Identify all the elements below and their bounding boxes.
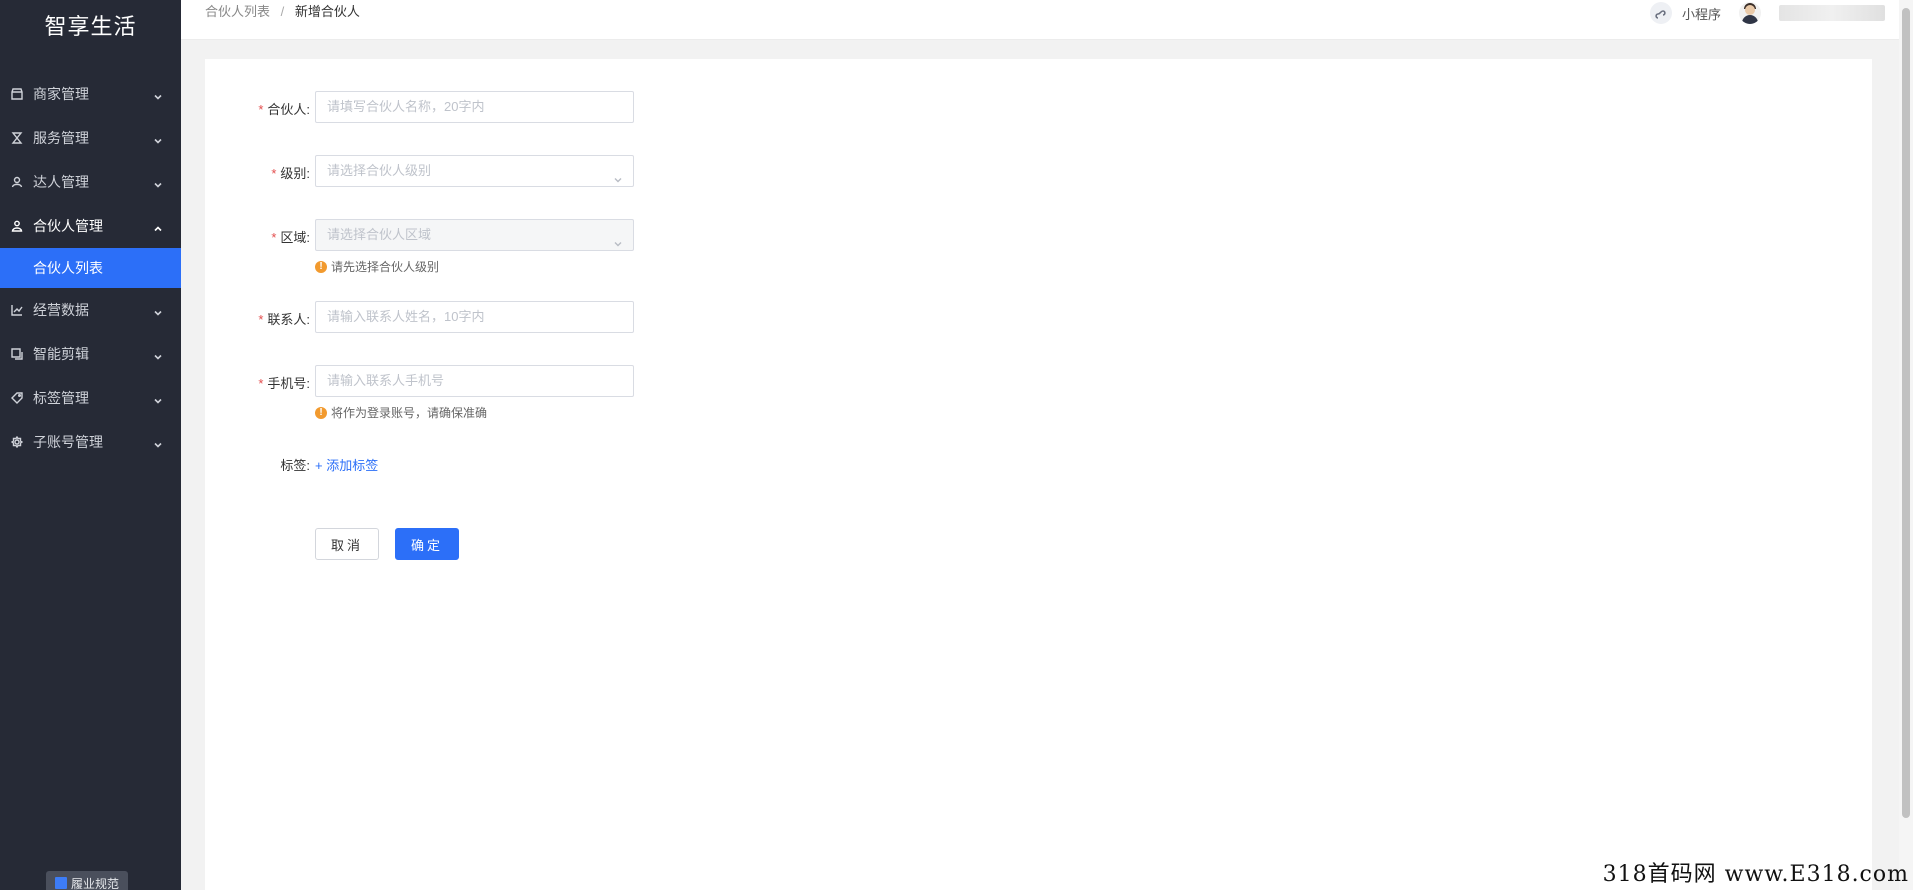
- vertical-scrollbar[interactable]: [1899, 0, 1913, 890]
- sidebar-item-label: 达人管理: [33, 174, 89, 190]
- sidebar-item-business-data[interactable]: 经营数据: [0, 288, 181, 332]
- sidebar-menu: 商家管理 服务管理 达人管理 合伙人管理 合伙人列表 经营数据 智能剪辑 标签管…: [0, 72, 181, 464]
- sidebar-item-label: 合伙人管理: [33, 218, 103, 234]
- mini-program-link[interactable]: 小程序: [1682, 4, 1721, 23]
- sidebar-item-talent[interactable]: 达人管理: [0, 160, 181, 204]
- top-header: 合伙人列表 / 新增合伙人 小程序: [181, 0, 1913, 40]
- sidebar-item-label: 子账号管理: [33, 434, 103, 450]
- sidebar: 智享生活 商家管理 服务管理 达人管理 合伙人管理 合伙人列表 经营数据 智能剪…: [0, 0, 181, 890]
- cancel-button[interactable]: 取消: [315, 528, 379, 560]
- document-icon: [54, 877, 67, 889]
- contact-name-placeholder: 请输入联系人姓名，10字内: [327, 309, 485, 324]
- chart-icon: [10, 303, 24, 317]
- sidebar-item-merchant[interactable]: 商家管理: [0, 72, 181, 116]
- contact-name-input[interactable]: 请输入联系人姓名，10字内: [315, 301, 634, 333]
- region-hint: ! 请先选择合伙人级别: [315, 258, 439, 275]
- sidebar-item-sub-accounts[interactable]: 子账号管理: [0, 420, 181, 464]
- breadcrumb-separator: /: [280, 4, 285, 19]
- chevron-down-icon: [153, 437, 163, 448]
- sidebar-item-label: 智能剪辑: [33, 346, 89, 362]
- chevron-down-icon: [153, 393, 163, 404]
- sidebar-item-label: 商家管理: [33, 86, 89, 102]
- tag-icon: [10, 391, 24, 405]
- sidebar-item-partner[interactable]: 合伙人管理: [0, 204, 181, 248]
- header-actions: 小程序: [1649, 0, 1885, 26]
- sidebar-item-label: 标签管理: [33, 390, 89, 406]
- sidebar-item-label: 服务管理: [33, 130, 89, 146]
- chevron-down-icon: [153, 305, 163, 316]
- chevron-down-icon: [153, 133, 163, 144]
- phone-input[interactable]: 请输入联系人手机号: [315, 365, 634, 397]
- level-select[interactable]: 请选择合伙人级别: [315, 155, 634, 187]
- chevron-down-icon: [153, 177, 163, 188]
- breadcrumb: 合伙人列表 / 新增合伙人: [205, 0, 360, 24]
- add-tag-link[interactable]: + 添加标签: [315, 455, 378, 474]
- brand-logo: 智享生活: [44, 15, 137, 40]
- breadcrumb-item-partner-list[interactable]: 合伙人列表: [205, 4, 270, 19]
- sidebar-item-smart-edit[interactable]: 智能剪辑: [0, 332, 181, 376]
- contact-label: * 联系人:: [258, 312, 310, 327]
- store-icon: [10, 87, 24, 101]
- phone-hint-text: 将作为登录账号，请确保准确: [331, 406, 488, 420]
- chevron-down-icon: [613, 166, 623, 183]
- confirm-button[interactable]: 确定: [395, 528, 459, 560]
- form-card: * 合伙人: 请填写合伙人名称，20字内 * 级别: 请选择合伙人级别 * 区域: 请…: [205, 59, 1872, 890]
- phone-placeholder: 请输入联系人手机号: [327, 373, 445, 388]
- level-label: * 级别:: [271, 166, 310, 181]
- avatar[interactable]: [1739, 2, 1761, 24]
- region-label: * 区域:: [271, 230, 310, 245]
- sidebar-item-tags[interactable]: 标签管理: [0, 376, 181, 420]
- settings-icon: [10, 435, 24, 449]
- scrollbar-thumb[interactable]: [1902, 8, 1910, 818]
- username-redacted[interactable]: [1779, 5, 1885, 21]
- phone-hint: ! 将作为登录账号，请确保准确: [315, 404, 487, 421]
- tags-label: 标签:: [280, 458, 310, 473]
- region-placeholder: 请选择合伙人区域: [327, 227, 432, 242]
- chevron-down-icon: [153, 349, 163, 360]
- person-icon: [10, 175, 24, 189]
- partner-icon: [10, 219, 24, 233]
- breadcrumb-item-current: 新增合伙人: [294, 4, 360, 19]
- chevron-down-icon: [613, 230, 623, 247]
- partner-name-placeholder: 请填写合伙人名称，20字内: [327, 99, 485, 114]
- region-hint-text: 请先选择合伙人级别: [331, 260, 440, 274]
- hourglass-icon: [10, 131, 24, 145]
- level-placeholder: 请选择合伙人级别: [327, 163, 432, 178]
- footer-badge[interactable]: 履业规范: [46, 871, 128, 890]
- partner-name-input[interactable]: 请填写合伙人名称，20字内: [315, 91, 634, 123]
- sidebar-item-service[interactable]: 服务管理: [0, 116, 181, 160]
- partner-label: * 合伙人:: [258, 102, 310, 117]
- phone-label: * 手机号:: [258, 376, 310, 391]
- edit-icon: [10, 347, 24, 361]
- chevron-down-icon: [153, 89, 163, 100]
- mini-program-icon[interactable]: [1649, 2, 1672, 24]
- warning-icon: !: [315, 260, 327, 273]
- footer-badge-label: 履业规范: [70, 876, 119, 890]
- chevron-up-icon: [153, 221, 163, 232]
- warning-icon: !: [315, 406, 327, 419]
- sidebar-subitem-partner-list[interactable]: 合伙人列表: [0, 248, 181, 288]
- sidebar-item-label: 经营数据: [33, 302, 89, 318]
- watermark: 318首码网 www.E318.com: [1602, 862, 1909, 887]
- region-select[interactable]: 请选择合伙人区域: [315, 219, 634, 251]
